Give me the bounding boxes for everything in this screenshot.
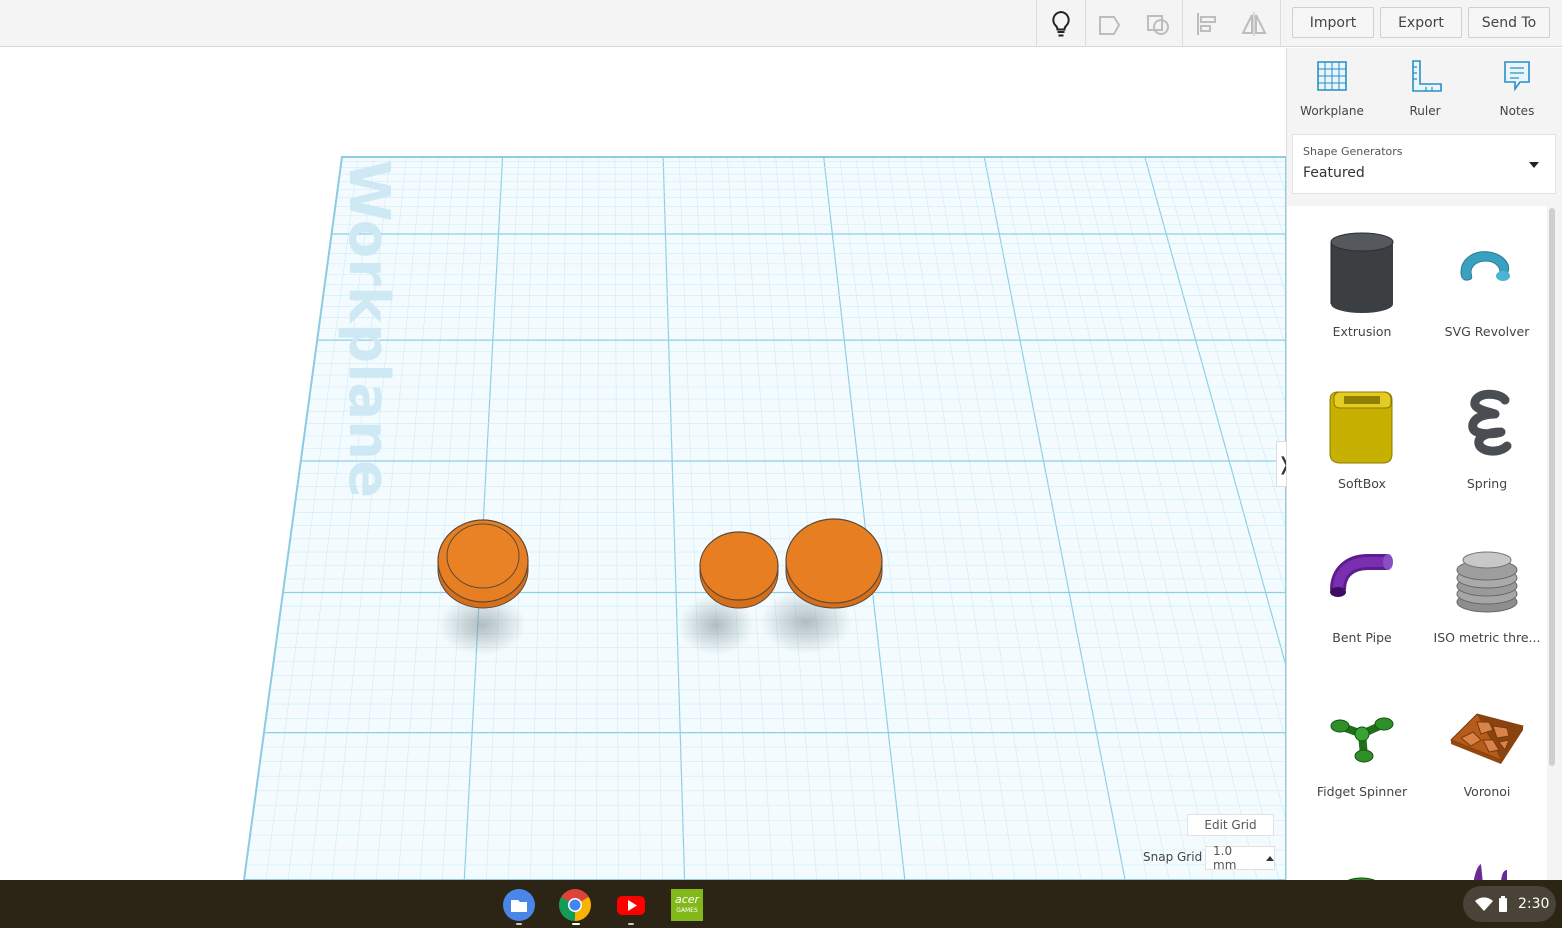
lightbulb-icon[interactable] bbox=[1038, 0, 1084, 47]
notes-tool-label: Notes bbox=[1499, 104, 1535, 118]
workplane-icon bbox=[1317, 61, 1347, 91]
right-panel: Workplane Ruler Notes Shape Generators F… bbox=[1286, 48, 1562, 880]
shape-fidget-spinner[interactable]: Fidget Spinner bbox=[1302, 690, 1422, 840]
workplane-tool[interactable]: Workplane bbox=[1292, 58, 1372, 118]
acer-games-logo-text: acer bbox=[674, 893, 700, 906]
shape-label: SVG Revolver bbox=[1444, 324, 1530, 339]
files-icon[interactable] bbox=[503, 889, 535, 921]
shape-label: ISO metric thre... bbox=[1433, 630, 1541, 645]
iso-thread-icon bbox=[1456, 551, 1518, 613]
shape-list-scrollbar[interactable] bbox=[1549, 208, 1555, 766]
shape-spring[interactable]: Spring bbox=[1427, 382, 1547, 532]
ruler-tool-label: Ruler bbox=[1409, 104, 1441, 118]
shape-partial-2[interactable] bbox=[1427, 844, 1547, 880]
acer-games-logo-subtext: GAMES bbox=[676, 907, 698, 914]
toolbar-divider bbox=[1085, 0, 1086, 47]
toolbar-divider bbox=[1182, 0, 1183, 47]
shape-generators-caption: Shape Generators bbox=[1303, 145, 1403, 158]
edit-grid-button[interactable]: Edit Grid bbox=[1187, 814, 1274, 836]
shape-label: Voronoi bbox=[1463, 784, 1511, 799]
running-indicator bbox=[516, 923, 522, 925]
3d-viewport[interactable]: Workplane bbox=[0, 48, 1286, 880]
ruler-icon bbox=[1412, 60, 1442, 92]
orange-cylinder[interactable] bbox=[437, 519, 529, 609]
shape-generators-value: Featured bbox=[1303, 165, 1365, 181]
shape-label: Bent Pipe bbox=[1332, 630, 1392, 645]
orange-cylinder[interactable] bbox=[785, 518, 883, 609]
spring-icon bbox=[1468, 389, 1512, 456]
shape-label: Extrusion bbox=[1332, 324, 1392, 339]
send-to-button[interactable]: Send To bbox=[1468, 7, 1550, 38]
active-indicator bbox=[572, 923, 580, 925]
os-taskbar: acer GAMES 2:30 bbox=[0, 880, 1562, 928]
import-button[interactable]: Import bbox=[1292, 7, 1374, 38]
shape-iso-thread[interactable]: ISO metric thre... bbox=[1427, 536, 1547, 686]
toolbar-divider bbox=[1280, 0, 1281, 47]
youtube-icon[interactable] bbox=[615, 889, 647, 921]
notes-icon bbox=[1504, 61, 1530, 92]
shape-thumbnail-icon bbox=[1348, 877, 1375, 880]
workplane-watermark: Workplane bbox=[336, 160, 401, 498]
running-indicator bbox=[628, 923, 634, 925]
export-button[interactable]: Export bbox=[1380, 7, 1462, 38]
shape-voronoi[interactable]: Voronoi bbox=[1427, 690, 1547, 840]
orange-cylinder[interactable] bbox=[699, 531, 779, 609]
notes-tool[interactable]: Notes bbox=[1477, 58, 1557, 118]
caret-up-icon bbox=[1266, 855, 1274, 861]
shape-list: Extrusion SVG Revolver SoftBox Spring Be… bbox=[1287, 206, 1547, 880]
mirror-icon[interactable] bbox=[1231, 0, 1277, 47]
system-tray[interactable]: 2:30 bbox=[1463, 886, 1556, 922]
snap-grid-label: Snap Grid bbox=[1143, 850, 1203, 864]
wifi-icon bbox=[1475, 897, 1493, 911]
bent-pipe-icon bbox=[1330, 554, 1393, 597]
voronoi-icon bbox=[1450, 713, 1524, 764]
workplane-grid[interactable]: Workplane bbox=[0, 48, 1286, 880]
battery-icon bbox=[1499, 896, 1507, 912]
extrusion-icon bbox=[1330, 232, 1394, 313]
shape-label: SoftBox bbox=[1338, 476, 1386, 491]
align-icon[interactable] bbox=[1184, 0, 1230, 47]
group-icon[interactable] bbox=[1087, 0, 1133, 47]
snap-grid-value: 1.0 mm bbox=[1213, 844, 1237, 872]
softbox-icon bbox=[1329, 391, 1393, 464]
shape-extrusion[interactable]: Extrusion bbox=[1302, 230, 1422, 380]
shape-softbox[interactable]: SoftBox bbox=[1302, 382, 1422, 532]
fidget-spinner-icon bbox=[1330, 717, 1394, 763]
workplane-tool-label: Workplane bbox=[1300, 104, 1364, 118]
shape-svg-revolver[interactable]: SVG Revolver bbox=[1427, 230, 1547, 380]
ruler-tool[interactable]: Ruler bbox=[1385, 58, 1465, 118]
acer-games-icon[interactable]: acer GAMES bbox=[671, 889, 703, 921]
shape-generators-dropdown[interactable]: Shape Generators Featured bbox=[1292, 134, 1556, 194]
toolbar-divider bbox=[1036, 0, 1037, 47]
shape-label: Fidget Spinner bbox=[1316, 784, 1408, 799]
top-toolbar: Import Export Send To bbox=[0, 0, 1562, 47]
clock: 2:30 bbox=[1518, 896, 1550, 912]
chevron-down-icon bbox=[1529, 162, 1539, 168]
ungroup-icon[interactable] bbox=[1135, 0, 1181, 47]
shape-partial-1[interactable] bbox=[1302, 844, 1422, 880]
svg-revolver-icon bbox=[1460, 251, 1510, 281]
shape-bent-pipe[interactable]: Bent Pipe bbox=[1302, 536, 1422, 686]
chrome-icon[interactable] bbox=[559, 889, 591, 921]
shape-thumbnail-icon bbox=[1473, 864, 1507, 880]
snap-grid-select[interactable]: 1.0 mm bbox=[1205, 844, 1275, 872]
shape-label: Spring bbox=[1466, 476, 1508, 491]
